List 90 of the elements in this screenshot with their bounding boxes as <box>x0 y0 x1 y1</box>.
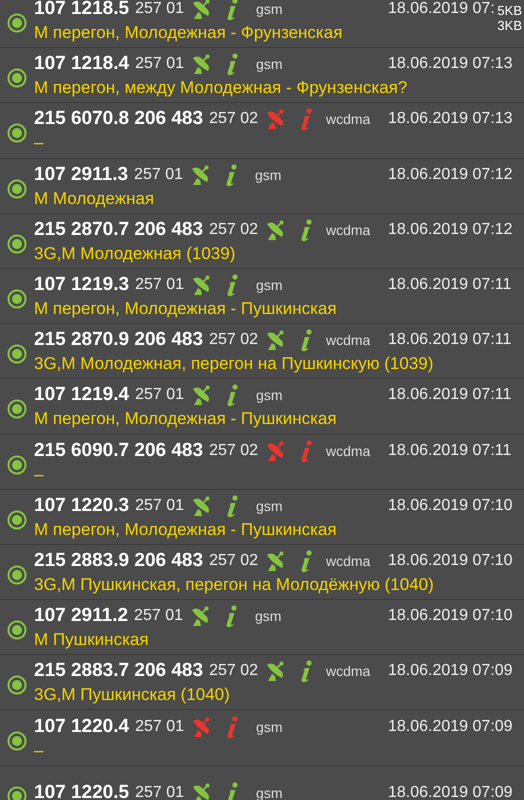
network-type: gsm <box>256 277 282 294</box>
location-text: – <box>34 740 44 762</box>
network-type: gsm <box>254 166 282 183</box>
network-type: gsm <box>256 1 282 18</box>
timestamp: 18.06.2019 07:09 <box>388 662 513 680</box>
radio-icon[interactable] <box>7 564 27 585</box>
network-code: 257 01 <box>135 276 184 294</box>
network-type: gsm <box>256 56 282 72</box>
radio-icon[interactable] <box>7 123 27 144</box>
cell-id: 215 2870.7 206 483 <box>34 218 204 241</box>
network-code: 257 01 <box>135 0 184 18</box>
network-code: 257 01 <box>135 784 184 800</box>
cell-id: 215 2870.9 206 483 <box>34 329 204 352</box>
cell-id: 215 2883.9 206 483 <box>34 550 204 572</box>
network-type: gsm <box>256 498 282 514</box>
network-type: wcdma <box>326 663 370 680</box>
location-text: – <box>34 464 44 486</box>
network-code: 257 01 <box>135 718 184 736</box>
location-text: М перегон, Молодежная - Пушкинская <box>34 408 337 430</box>
radio-icon[interactable] <box>7 786 27 800</box>
network-code: 257 02 <box>209 331 258 350</box>
network-code: 257 01 <box>135 55 184 74</box>
cell-id: 107 1218.4 <box>34 53 130 76</box>
timestamp: 18.06.2019 07:10 <box>388 496 513 515</box>
network-code: 257 01 <box>135 386 184 404</box>
network-type: gsm <box>256 387 282 404</box>
timestamp: 18.06.2019 07:11 <box>388 331 512 350</box>
network-type: gsm <box>256 718 282 735</box>
radio-icon[interactable] <box>7 234 27 254</box>
network-type: gsm <box>254 608 282 624</box>
cell-id: 107 1220.4 <box>34 716 130 738</box>
timestamp: 18.06.2019 07:09 <box>388 718 513 736</box>
timestamp: 18.06.2019 07:12 <box>388 220 513 239</box>
timestamp: 18.06.2019 07:11 <box>388 386 512 404</box>
location-text: М перегон, Молодежная - Фрунзенская <box>34 22 342 44</box>
radio-icon[interactable] <box>7 68 27 88</box>
location-text: М перегон, между Молодежная - Фрунзенская? <box>34 77 408 100</box>
timestamp: 18.06.2019 07:09 <box>388 784 513 800</box>
network-type: wcdma <box>326 552 370 569</box>
cell-id: 107 1220.5 <box>34 782 130 800</box>
network-type: wcdma <box>326 332 370 348</box>
network-type: wcdma <box>326 222 370 238</box>
cell-id: 107 1219.4 <box>34 384 130 406</box>
cell-id: 215 2883.7 206 483 <box>34 660 204 682</box>
timestamp: 18.06.2019 07:11 <box>388 442 512 460</box>
timestamp: 18.06.2019 07: <box>388 0 495 18</box>
upload-speed: 5KB <box>497 3 522 18</box>
network-code: 257 02 <box>209 552 258 570</box>
network-code: 257 02 <box>209 442 258 460</box>
timestamp: 18.06.2019 07:11 <box>388 276 512 294</box>
radio-icon[interactable] <box>7 399 27 420</box>
location-text: М Пушкинская <box>34 629 149 652</box>
location-text: М Молодежная <box>34 188 154 210</box>
location-text: 3G,М Молодежная, перегон на Пушкинскую (1039) <box>34 353 434 376</box>
network-code: 257 02 <box>209 110 258 128</box>
radio-icon[interactable] <box>7 510 27 530</box>
cell-id: 107 1218.5 <box>34 0 130 20</box>
download-speed: 3KB <box>497 18 522 33</box>
radio-icon[interactable] <box>7 289 27 310</box>
cell-id: 107 2911.3 <box>34 164 128 186</box>
cell-id: 215 6090.7 206 483 <box>34 440 204 462</box>
timestamp: 18.06.2019 07:12 <box>388 166 513 184</box>
location-text: 3G,М Пушкинская, перегон на Молодёжную (1040) <box>34 574 434 596</box>
radio-icon[interactable] <box>7 13 27 34</box>
location-text: 3G,М Молодежная (1039) <box>34 242 236 265</box>
radio-icon[interactable] <box>7 730 27 751</box>
radio-icon[interactable] <box>7 344 27 364</box>
radio-icon[interactable] <box>7 620 27 640</box>
network-code: 257 01 <box>134 607 183 626</box>
timestamp: 18.06.2019 07:13 <box>388 55 513 74</box>
location-text: М перегон, Молодежная - Пушкинская <box>34 518 337 541</box>
timestamp: 18.06.2019 07:10 <box>388 607 513 626</box>
location-text: 3G,М Пушкинская (1040) <box>34 684 230 706</box>
network-type: wcdma <box>326 442 370 459</box>
network-code: 257 01 <box>135 496 184 515</box>
network-code: 257 01 <box>134 166 183 184</box>
network-type: wcdma <box>326 111 370 128</box>
location-text: – <box>34 132 44 154</box>
radio-icon[interactable] <box>7 178 27 199</box>
timestamp: 18.06.2019 07:13 <box>388 110 513 128</box>
network-code: 257 02 <box>209 662 258 680</box>
radio-icon[interactable] <box>7 454 27 475</box>
location-text: М перегон, Молодежная - Пушкинская <box>34 298 337 320</box>
timestamp: 18.06.2019 07:10 <box>388 552 513 570</box>
cell-id: 107 1219.3 <box>34 274 130 296</box>
cell-id: 215 6070.8 206 483 <box>34 108 204 130</box>
cell-id: 107 2911.2 <box>34 605 128 628</box>
radio-icon[interactable] <box>7 675 27 696</box>
cell-id: 107 1220.3 <box>34 494 130 517</box>
network-code: 257 02 <box>209 220 258 239</box>
